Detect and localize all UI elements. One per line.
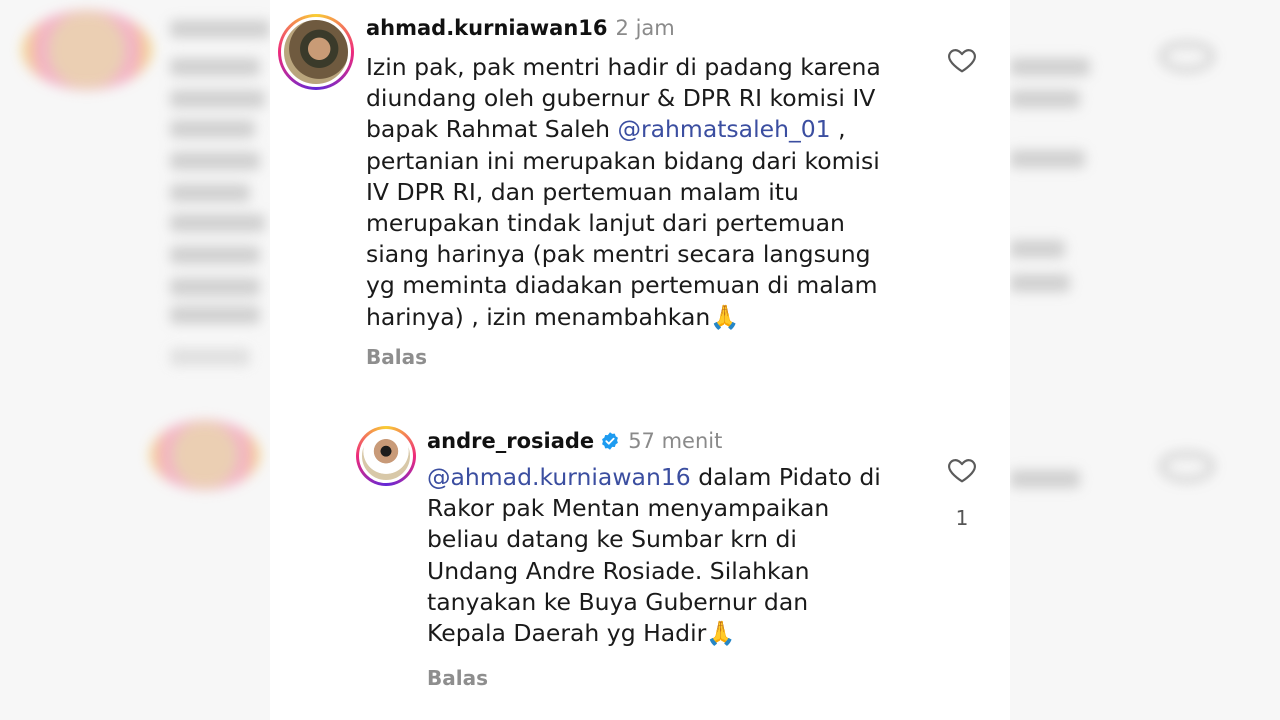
- comment-line: siang harinya (pak mentri secara langsun…: [366, 240, 871, 269]
- blurred-line: [170, 246, 260, 264]
- comment-line-text: bapak Rahmat Saleh: [366, 115, 618, 144]
- comment-line: Kepala Daerah yg Hadir🙏: [427, 619, 736, 648]
- blurred-line: [170, 306, 260, 324]
- blurred-line: [170, 278, 260, 296]
- verified-badge-icon: [602, 432, 619, 450]
- blurred-heart-icon: [1160, 452, 1214, 482]
- blurred-line: [170, 20, 270, 38]
- blurred-line: [1010, 240, 1065, 258]
- timestamp: 2 jam: [615, 16, 675, 40]
- blurred-line: [170, 184, 250, 202]
- blurred-avatar: [150, 420, 260, 490]
- reply-comment-item: andre_rosiade 57 menit @ahmad.kurniawan1…: [270, 400, 1010, 720]
- comment-line: @ahmad.kurniawan16 dalam Pidato di: [427, 462, 927, 493]
- reply-button[interactable]: Balas: [366, 345, 427, 369]
- blurred-line: [170, 58, 260, 76]
- blurred-line: [170, 90, 265, 108]
- timestamp: 57 menit: [628, 429, 723, 453]
- like-count: 1: [955, 506, 969, 530]
- avatar[interactable]: [278, 14, 354, 90]
- blurred-line: [1010, 150, 1085, 168]
- blurred-line: [170, 348, 250, 366]
- blurred-line: [1010, 90, 1080, 108]
- heart-outline-icon[interactable]: [945, 454, 979, 486]
- comment-line: Izin pak, pak mentri hadir di padang kar…: [366, 53, 881, 81]
- comment-line: tanyakan ke Buya Gubernur dan: [427, 587, 809, 616]
- comment-item: ahmad.kurniawan16 2 jam Izin pak, pak me…: [270, 0, 1010, 400]
- comment-line-text: dalam Pidato di: [690, 463, 881, 491]
- heart-outline-icon[interactable]: [945, 44, 979, 76]
- comment-line: Undang Andre Rosiade. Silahkan: [427, 556, 810, 585]
- comment-line: beliau datang ke Sumbar krn di: [427, 525, 797, 554]
- comment-text: @ahmad.kurniawan16 dalam Pidato di Rakor…: [427, 462, 927, 649]
- background-blur-left: [0, 0, 270, 720]
- username[interactable]: andre_rosiade: [427, 429, 594, 453]
- comment-line: diundang oleh gubernur & DPR RI komisi I…: [366, 84, 876, 113]
- mention-link[interactable]: @ahmad.kurniawan16: [427, 463, 691, 491]
- blurred-line: [170, 214, 265, 232]
- comment-line: pertanian ini merupakan bidang dari komi…: [366, 146, 880, 175]
- comment-line-text: ,: [830, 115, 846, 144]
- reply-button[interactable]: Balas: [427, 666, 488, 690]
- blurred-heart-icon: [1160, 42, 1214, 72]
- mention-link[interactable]: @rahmatsaleh_01: [617, 115, 830, 143]
- comments-panel: ahmad.kurniawan16 2 jam Izin pak, pak me…: [270, 0, 1010, 720]
- comment-line: yg meminta diadakan pertemuan di malam: [366, 271, 878, 300]
- comment-line: IV DPR RI, dan pertemuan malam itu: [366, 177, 799, 206]
- comment-line: bapak Rahmat Saleh @rahmatsaleh_01 ,: [366, 114, 926, 145]
- comment-line: harinya) , izin menambahkan🙏: [366, 302, 740, 331]
- comment-header: andre_rosiade 57 menit: [427, 429, 722, 453]
- avatar[interactable]: [356, 426, 416, 486]
- comment-line: Rakor pak Mentan menyampaikan: [427, 494, 830, 523]
- blurred-line: [170, 120, 255, 138]
- comment-line: merupakan tindak lanjut dari pertemuan: [366, 209, 845, 238]
- comment-header: ahmad.kurniawan16 2 jam: [366, 16, 675, 40]
- blurred-line: [1010, 274, 1070, 292]
- blurred-line: [1010, 58, 1090, 76]
- blurred-avatar: [22, 10, 152, 90]
- username[interactable]: ahmad.kurniawan16: [366, 16, 608, 40]
- background-blur-right: [1010, 0, 1280, 720]
- blurred-line: [170, 152, 260, 170]
- comment-text: Izin pak, pak mentri hadir di padang kar…: [366, 52, 926, 333]
- blurred-line: [1010, 470, 1080, 488]
